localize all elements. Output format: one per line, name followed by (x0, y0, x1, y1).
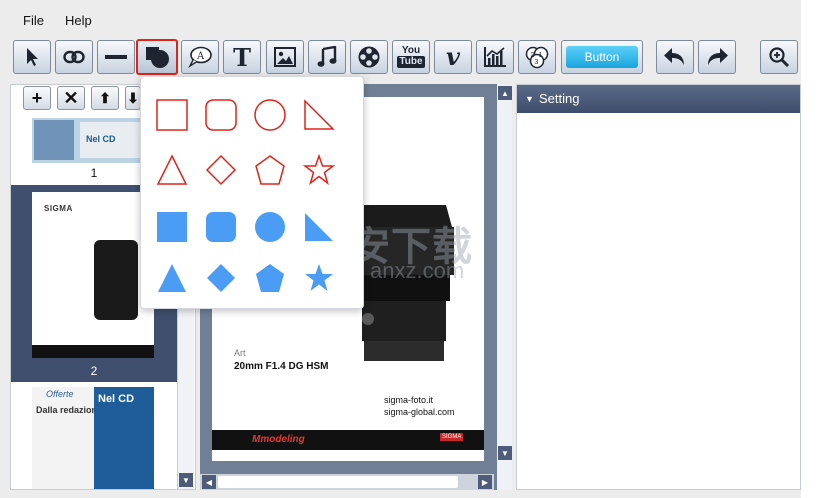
audio-icon (317, 46, 337, 67)
circle-outline-icon[interactable] (253, 98, 287, 132)
thumb-brand: SIGMA (44, 204, 73, 213)
document-vertical-scrollbar[interactable]: ▲ ▼ (497, 84, 512, 490)
thumb-caption: Nel CD (98, 393, 135, 405)
video-icon (358, 46, 380, 68)
scroll-down-icon[interactable]: ▼ (179, 473, 193, 487)
pentagon-filled-icon[interactable] (253, 261, 287, 295)
link-icon (63, 50, 85, 64)
footer-logo: Mmodeling (252, 434, 305, 445)
thumb-title: Offerte (46, 389, 74, 399)
document-horizontal-scrollbar[interactable]: ◀ ▶ (200, 474, 494, 490)
rounded-square-filled-icon[interactable] (204, 210, 238, 244)
line-tool-button[interactable] (97, 40, 135, 74)
shape-tool-button[interactable] (136, 39, 178, 75)
redo-button[interactable] (698, 40, 736, 74)
image-icon (274, 47, 296, 67)
thumb-footer (32, 345, 154, 358)
diamond-outline-icon[interactable] (204, 153, 238, 187)
diamond-filled-icon[interactable] (204, 261, 238, 295)
page-thumbnail-2[interactable]: SIGMA (32, 192, 154, 358)
undo-icon (664, 48, 684, 65)
zoom-in-icon (769, 47, 790, 68)
vimeo-icon: v (446, 42, 460, 71)
redo-icon (708, 48, 728, 65)
svg-text:2: 2 (531, 52, 535, 59)
website-1: sigma-foto.it (384, 395, 434, 405)
scroll-down-icon[interactable]: ▼ (498, 446, 512, 460)
pentagon-outline-icon[interactable] (253, 153, 287, 187)
menu-help[interactable]: Help (65, 13, 92, 28)
right-triangle-filled-icon[interactable] (302, 210, 336, 244)
shape-icon (146, 47, 169, 68)
square-filled-icon[interactable] (155, 210, 189, 244)
chart-tool-button[interactable] (476, 40, 514, 74)
shape-picker-popup (140, 76, 364, 309)
menu-bar: File Help (0, 0, 825, 40)
number-tool-button[interactable]: 213 (518, 40, 556, 74)
number-icon: 2 13 (525, 46, 549, 69)
link-tool-button[interactable] (55, 40, 93, 74)
callout-tool-button[interactable]: A (181, 40, 219, 74)
text-icon: T (233, 42, 251, 72)
line-icon (105, 55, 127, 59)
chart-icon (484, 47, 506, 67)
page-number-2: 2 (90, 364, 98, 378)
svg-text:A: A (196, 51, 205, 62)
svg-text:3: 3 (535, 59, 539, 66)
scroll-up-icon[interactable]: ▲ (498, 86, 512, 100)
app-window: File Help A T You Tube v 2 1 3 Button + … (0, 0, 825, 498)
image-tool-button[interactable] (266, 40, 304, 74)
select-tool-button[interactable] (13, 40, 51, 74)
undo-button[interactable] (656, 40, 694, 74)
product-name: 20mm F1.4 DG HSM (234, 361, 329, 372)
settings-panel: ▼ Setting (516, 84, 801, 490)
settings-title: Setting (539, 91, 580, 106)
window-edge (801, 0, 825, 498)
move-page-down-button[interactable]: ⬇ (125, 86, 141, 110)
thumb-lens-image (94, 240, 138, 320)
vimeo-tool-button[interactable]: v (434, 40, 472, 74)
collapse-caret-icon: ▼ (525, 94, 534, 104)
watermark-sub: anxz.com (370, 258, 465, 283)
select-icon (27, 48, 38, 66)
menu-file[interactable]: File (23, 13, 44, 28)
thumb-caption: Nel CD (86, 134, 116, 144)
thumb-image (34, 120, 74, 160)
scroll-right-icon[interactable]: ▶ (478, 475, 492, 489)
button-tool-label: Button (566, 46, 638, 68)
website-2: sigma-global.com (384, 407, 455, 417)
right-triangle-outline-icon[interactable] (302, 98, 336, 132)
page-thumbnail-1[interactable]: Nel CD (32, 118, 154, 163)
svg-text:1: 1 (539, 52, 543, 59)
circle-filled-icon[interactable] (253, 210, 287, 244)
scroll-thumb[interactable] (218, 476, 458, 488)
callout-icon: A (188, 46, 212, 68)
square-outline-icon[interactable] (155, 98, 189, 132)
triangle-outline-icon[interactable] (155, 153, 189, 187)
video-tool-button[interactable] (350, 40, 388, 74)
zoom-in-button[interactable] (760, 40, 798, 74)
thumb-sub: Dalla redazione (36, 405, 103, 415)
star-filled-icon[interactable] (302, 261, 336, 295)
scroll-left-icon[interactable]: ◀ (202, 475, 216, 489)
star-outline-icon[interactable] (302, 153, 336, 187)
youtube-tool-button[interactable]: You Tube (392, 40, 430, 74)
audio-tool-button[interactable] (308, 40, 346, 74)
rounded-square-outline-icon[interactable] (204, 98, 238, 132)
page-footer: Mmodeling SIGMA (212, 430, 484, 450)
page-thumbnail-3[interactable]: Offerte Dalla redazione Nel CD (32, 387, 154, 489)
settings-header[interactable]: ▼ Setting (517, 85, 800, 113)
triangle-filled-icon[interactable] (155, 261, 189, 295)
youtube-icon: You Tube (397, 45, 425, 68)
text-tool-button[interactable]: T (223, 40, 261, 74)
footer-badge: SIGMA (440, 433, 464, 441)
add-page-button[interactable]: + (23, 86, 51, 110)
move-page-up-button[interactable]: ⬆ (91, 86, 119, 110)
button-tool-button[interactable]: Button (561, 40, 643, 74)
delete-page-button[interactable]: ✕ (57, 86, 85, 110)
brand-mark: Art (234, 348, 246, 358)
